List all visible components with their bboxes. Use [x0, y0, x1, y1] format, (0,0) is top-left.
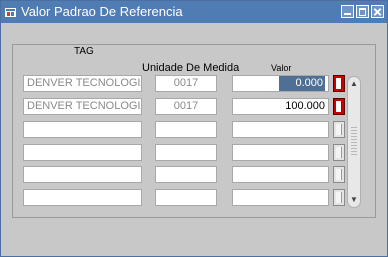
unidade-field[interactable] — [155, 144, 217, 161]
unidade-field[interactable] — [155, 121, 217, 138]
list-of-values-button[interactable] — [333, 121, 345, 138]
unidade-field[interactable] — [155, 189, 217, 206]
close-icon[interactable] — [371, 5, 384, 18]
app-window-icon — [5, 8, 16, 17]
list-of-values-button[interactable] — [333, 98, 345, 115]
title-bar[interactable]: Valor Padrao De Referencia — [1, 1, 387, 23]
valor-field[interactable] — [232, 144, 329, 161]
valor-selected-text: 0.000 — [279, 76, 325, 91]
list-of-values-button[interactable] — [333, 144, 345, 161]
unidade-field[interactable]: 0017 — [155, 75, 217, 92]
tag-field[interactable] — [23, 166, 142, 183]
tag-field[interactable] — [23, 189, 142, 206]
minimize-icon[interactable] — [341, 5, 354, 18]
list-of-values-button[interactable] — [333, 189, 345, 206]
tag-field[interactable] — [23, 121, 142, 138]
unidade-field[interactable] — [155, 166, 217, 183]
list-of-values-button[interactable] — [333, 75, 345, 92]
valor-field[interactable]: 0.000 — [232, 75, 329, 92]
column-header-valor: Valor — [271, 63, 292, 73]
valor-field[interactable]: 100.000 — [232, 98, 329, 115]
unidade-field[interactable]: 0017 — [155, 98, 217, 115]
scroll-grip[interactable] — [351, 127, 357, 157]
maximize-icon[interactable] — [356, 5, 369, 18]
scroll-up-icon[interactable]: ▲ — [349, 79, 359, 89]
valor-field[interactable] — [232, 166, 329, 183]
column-header-unidade: Unidade De Medida — [142, 62, 240, 74]
list-of-values-button[interactable] — [333, 166, 345, 183]
vertical-scrollbar[interactable]: ▲ ▼ — [347, 76, 361, 208]
tag-field[interactable]: DENVER TECNOLOGIA — [23, 75, 142, 92]
tag-field[interactable]: DENVER TECNOLOGIA — [23, 98, 142, 115]
valor-field[interactable] — [232, 189, 329, 206]
tag-field[interactable] — [23, 144, 142, 161]
scroll-down-icon[interactable]: ▼ — [349, 195, 359, 205]
column-header-tag: TAG — [74, 46, 94, 57]
valor-field[interactable] — [232, 121, 329, 138]
window-title: Valor Padrao De Referencia — [21, 4, 183, 19]
